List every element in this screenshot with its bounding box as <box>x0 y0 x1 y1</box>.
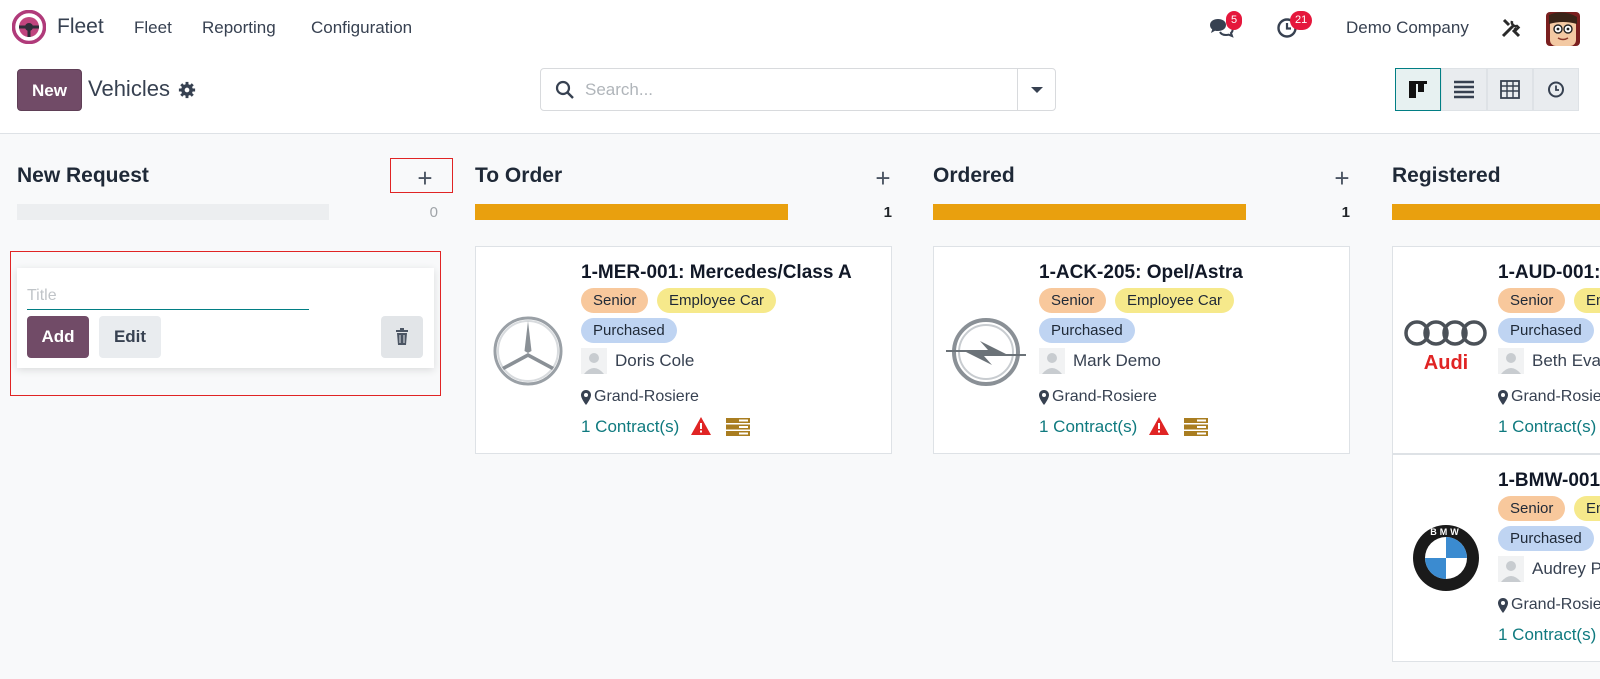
vehicle-card[interactable]: 1-MER-001: Mercedes/Class A Senior Emplo… <box>475 246 892 454</box>
map-marker-icon <box>1039 390 1049 405</box>
column-title-new-request[interactable]: New Request <box>17 164 149 188</box>
driver-name: Beth Evan <box>1532 351 1600 370</box>
highlight-box <box>390 158 453 193</box>
control-panel: New Vehicles <box>0 56 1600 134</box>
driver-name: Mark Demo <box>1073 351 1161 370</box>
column-title-registered[interactable]: Registered <box>1392 164 1501 188</box>
vehicle-title: 1-AUD-001: <box>1498 262 1600 283</box>
tag-senior: Senior <box>1498 288 1566 313</box>
audi-logo: Audi <box>1404 320 1487 374</box>
column-progress-bar[interactable] <box>1392 204 1600 220</box>
pivot-view-button[interactable] <box>1487 68 1533 111</box>
caret-down-icon <box>1031 87 1043 93</box>
tag-senior: Senior <box>1039 288 1107 313</box>
mercedes-logo <box>493 316 563 386</box>
svg-text:BMW: BMW <box>1430 527 1462 537</box>
new-button[interactable]: New <box>17 69 82 111</box>
opel-logo <box>946 318 1026 386</box>
search-bar <box>540 68 1056 111</box>
menu-fleet[interactable]: Fleet <box>134 18 172 38</box>
driver-name: Doris Cole <box>615 351 695 370</box>
app-name[interactable]: Fleet <box>57 15 104 39</box>
user-avatar[interactable] <box>1546 12 1580 46</box>
column-title-to-order[interactable]: To Order <box>475 164 562 188</box>
column-count: 1 <box>1341 204 1350 221</box>
vehicle-title: 1-MER-001: Mercedes/Class A <box>581 262 852 283</box>
tag-purchased: Purchased <box>1498 526 1594 551</box>
location: Grand-Rosie <box>1511 388 1600 405</box>
menu-reporting[interactable]: Reporting <box>202 18 276 38</box>
activity-icon[interactable] <box>726 418 750 436</box>
map-marker-icon <box>1498 390 1508 405</box>
contracts-link[interactable]: 1 Contract(s) <box>1039 417 1137 437</box>
page-title: Vehicles <box>88 76 170 101</box>
kanban-view-button[interactable] <box>1395 68 1441 111</box>
activity-view-button[interactable] <box>1533 68 1579 111</box>
column-progress-bar[interactable] <box>933 204 1246 220</box>
map-marker-icon <box>1498 598 1508 613</box>
menu-configuration[interactable]: Configuration <box>311 18 412 38</box>
contracts-link[interactable]: 1 Contract(s) <box>1498 417 1596 437</box>
warning-icon <box>1149 417 1169 435</box>
map-marker-icon <box>581 390 591 405</box>
vehicle-title: 1-ACK-205: Opel/Astra <box>1039 262 1243 283</box>
highlight-box <box>10 251 441 396</box>
bmw-logo: BMW <box>1413 525 1479 591</box>
column-quick-create-button[interactable]: + <box>871 163 895 194</box>
search-options-toggle[interactable] <box>1017 69 1055 110</box>
search-input[interactable] <box>585 79 995 101</box>
driver-avatar-icon <box>1039 348 1065 374</box>
contracts-link[interactable]: 1 Contract(s) <box>581 417 679 437</box>
debug-tools-icon[interactable] <box>1500 17 1522 39</box>
company-switcher[interactable]: Demo Company <box>1346 18 1469 38</box>
tag-employee-car: Employee Car <box>1115 288 1235 313</box>
tag-employee-car: Em <box>1574 288 1600 313</box>
column-title-ordered[interactable]: Ordered <box>933 164 1015 188</box>
gear-icon[interactable] <box>178 81 196 99</box>
tag-senior: Senior <box>581 288 649 313</box>
warning-icon <box>691 417 711 435</box>
vehicle-title: 1-BMW-001 <box>1498 470 1600 491</box>
column-progress-bar[interactable] <box>475 204 788 220</box>
tag-purchased: Purchased <box>1498 318 1594 343</box>
location: Grand-Rosiere <box>594 388 699 405</box>
list-icon <box>1454 80 1474 99</box>
activity-icon[interactable] <box>1184 418 1208 436</box>
column-progress-bar[interactable] <box>17 204 329 220</box>
table-icon <box>1500 80 1520 99</box>
list-view-button[interactable] <box>1441 68 1487 111</box>
kanban-icon <box>1409 81 1427 98</box>
tag-employee-car: Employee Car <box>657 288 777 313</box>
driver-avatar-icon <box>1498 348 1524 374</box>
clock-icon <box>1548 81 1564 98</box>
tag-purchased: Purchased <box>581 318 677 343</box>
column-quick-create-button[interactable]: + <box>1330 163 1354 194</box>
column-count: 1 <box>883 204 892 221</box>
tag-purchased: Purchased <box>1039 318 1135 343</box>
contracts-link[interactable]: 1 Contract(s) <box>1498 625 1596 645</box>
vehicle-card[interactable]: BMW 1-BMW-001 Senior Em Purchased Audrey… <box>1392 454 1600 662</box>
driver-avatar-icon <box>1498 556 1524 582</box>
messages-badge: 5 <box>1226 11 1243 30</box>
fleet-app-icon[interactable] <box>12 10 46 44</box>
vehicle-card[interactable]: 1-ACK-205: Opel/Astra Senior Employee Ca… <box>933 246 1350 454</box>
column-count: 0 <box>429 204 438 221</box>
search-icon <box>555 80 574 99</box>
location: Grand-Rosie <box>1511 596 1600 613</box>
svg-text:Audi: Audi <box>1424 352 1468 374</box>
vehicle-card[interactable]: Audi 1-AUD-001: Senior Em Purchased Beth… <box>1392 246 1600 454</box>
location: Grand-Rosiere <box>1052 388 1157 405</box>
driver-name: Audrey P <box>1532 559 1600 578</box>
activities-badge: 21 <box>1290 11 1313 30</box>
tag-employee-car: Em <box>1574 496 1600 521</box>
top-navbar: Fleet Fleet Reporting Configuration 5 21… <box>0 0 1600 56</box>
driver-avatar-icon <box>581 348 607 374</box>
tag-senior: Senior <box>1498 496 1566 521</box>
